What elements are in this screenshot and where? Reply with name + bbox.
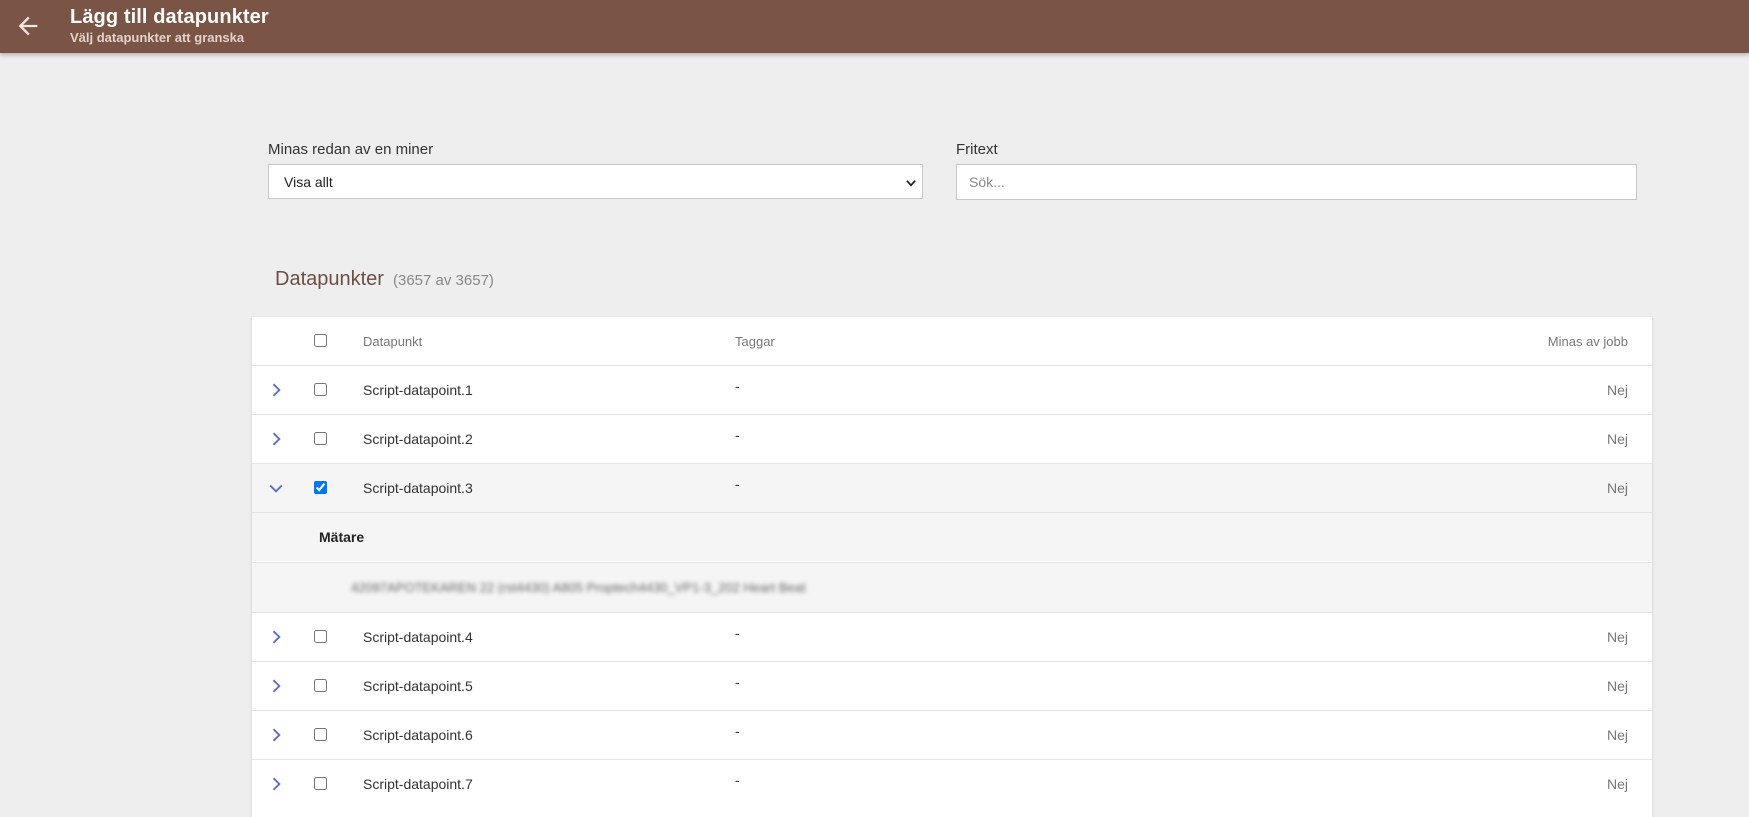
table-row[interactable]: Script-datapoint.6 - Nej bbox=[252, 710, 1652, 759]
row-checkbox[interactable] bbox=[314, 481, 327, 494]
datapoint-used: Nej bbox=[1606, 678, 1628, 694]
datapoint-used: Nej bbox=[1606, 727, 1628, 743]
table-row-expanded[interactable]: Script-datapoint.3 - Nej bbox=[252, 463, 1652, 512]
datapoints-table: Datapunkt Taggar Minas av jobb Script-da… bbox=[252, 317, 1652, 817]
datapoint-name: Script-datapoint.2 bbox=[363, 431, 473, 447]
top-app-bar: Lägg till datapunkter Välj datapunkter a… bbox=[0, 0, 1749, 53]
meter-title: Mätare bbox=[319, 529, 365, 545]
freetext-label: Fritext bbox=[956, 141, 998, 158]
row-checkbox[interactable] bbox=[314, 679, 327, 692]
meter-section-header: Mätare bbox=[252, 512, 1652, 561]
table-row[interactable]: Script-datapoint.2 - Nej bbox=[252, 414, 1652, 463]
datapoint-name: Script-datapoint.7 bbox=[363, 776, 473, 792]
miner-filter-label: Minas redan av en miner bbox=[268, 141, 434, 158]
select-all-checkbox[interactable] bbox=[314, 334, 327, 347]
datapoint-tags: - bbox=[735, 723, 740, 739]
datapoint-tags: - bbox=[735, 427, 740, 443]
datapoints-count: (3657 av 3657) bbox=[393, 272, 494, 289]
page-title: Lägg till datapunkter bbox=[70, 6, 269, 28]
datapoint-used: Nej bbox=[1606, 382, 1628, 398]
table-row[interactable]: Script-datapoint.1 - Nej bbox=[252, 365, 1652, 414]
chevron-right-icon[interactable] bbox=[266, 676, 286, 696]
miner-filter-value: Visa allt bbox=[284, 174, 333, 190]
datapoint-tags: - bbox=[735, 625, 740, 641]
chevron-right-icon[interactable] bbox=[266, 725, 286, 745]
datapoint-used: Nej bbox=[1606, 431, 1628, 447]
miner-filter-select[interactable]: Visa allt bbox=[268, 164, 923, 199]
row-checkbox[interactable] bbox=[314, 432, 327, 445]
search-input[interactable] bbox=[956, 164, 1637, 200]
row-checkbox[interactable] bbox=[314, 383, 327, 396]
datapoints-title: Datapunkter bbox=[275, 268, 384, 290]
row-checkbox[interactable] bbox=[314, 777, 327, 790]
table-row[interactable]: Script-datapoint.5 - Nej bbox=[252, 661, 1652, 710]
arrow-left-icon bbox=[18, 16, 38, 36]
chevron-right-icon[interactable] bbox=[266, 627, 286, 647]
datapoint-used: Nej bbox=[1606, 480, 1628, 496]
back-button[interactable] bbox=[14, 12, 42, 40]
column-header-datapunkt[interactable]: Datapunkt bbox=[363, 334, 422, 349]
meter-item: 42097APOTEKAREN 22 (rst4430) A805 Propte… bbox=[351, 580, 806, 595]
datapoint-tags: - bbox=[735, 476, 740, 492]
meter-item-row: 42097APOTEKAREN 22 (rst4430) A805 Propte… bbox=[252, 562, 1652, 612]
datapoint-name: Script-datapoint.6 bbox=[363, 727, 473, 743]
column-header-taggar[interactable]: Taggar bbox=[735, 334, 775, 349]
table-row[interactable]: Script-datapoint.7 - Nej bbox=[252, 759, 1652, 808]
chevron-down-icon bbox=[904, 176, 918, 193]
datapoint-name: Script-datapoint.5 bbox=[363, 678, 473, 694]
datapoint-name: Script-datapoint.3 bbox=[363, 480, 473, 496]
chevron-right-icon[interactable] bbox=[266, 429, 286, 449]
datapoint-tags: - bbox=[735, 378, 740, 394]
table-row[interactable]: Script-datapoint.4 - Nej bbox=[252, 612, 1652, 661]
chevron-down-icon[interactable] bbox=[266, 478, 286, 498]
datapoint-tags: - bbox=[735, 772, 740, 788]
table-header-row: Datapunkt Taggar Minas av jobb bbox=[252, 317, 1652, 366]
datapoint-used: Nej bbox=[1606, 629, 1628, 645]
page-subtitle: Välj datapunkter att granska bbox=[70, 30, 245, 45]
datapoint-name: Script-datapoint.1 bbox=[363, 382, 473, 398]
datapoint-name: Script-datapoint.4 bbox=[363, 629, 473, 645]
chevron-right-icon[interactable] bbox=[266, 774, 286, 794]
row-checkbox[interactable] bbox=[314, 728, 327, 741]
column-header-minas-av-jobb[interactable]: Minas av jobb bbox=[1548, 334, 1628, 349]
chevron-right-icon[interactable] bbox=[266, 380, 286, 400]
datapoint-tags: - bbox=[735, 674, 740, 690]
row-checkbox[interactable] bbox=[314, 630, 327, 643]
datapoint-used: Nej bbox=[1606, 776, 1628, 792]
